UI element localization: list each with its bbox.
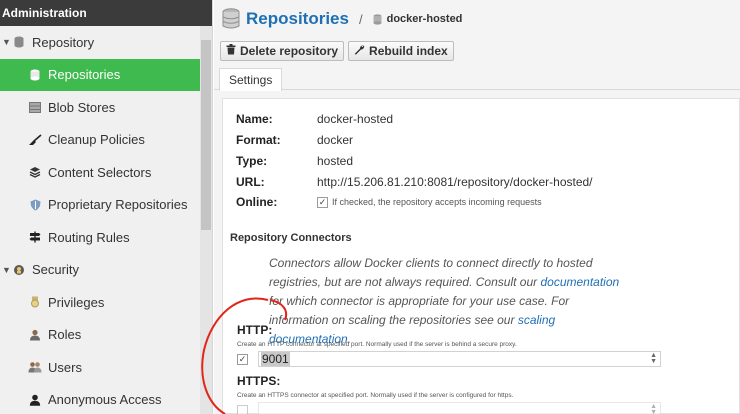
connectors-description: Connectors allow Docker clients to conne… <box>269 254 629 349</box>
signpost-icon <box>28 230 42 244</box>
sidebar-item-label: Routing Rules <box>48 229 130 245</box>
delete-repository-button[interactable]: Delete repository <box>220 41 345 61</box>
database-icon <box>222 8 240 29</box>
name-value: docker-hosted <box>317 112 394 126</box>
sidebar-item-content-selectors[interactable]: Content Selectors <box>0 156 200 189</box>
online-label: Online: <box>236 195 278 209</box>
wrench-icon <box>354 44 365 58</box>
format-label: Format: <box>236 133 281 147</box>
sidebar-item-label: Cleanup Policies <box>48 132 145 148</box>
rebuild-index-label: Rebuild index <box>369 44 448 58</box>
settings-panel: Name: docker-hosted Format: docker Type:… <box>222 98 740 414</box>
port-spinner-icon[interactable]: ▲ ▼ <box>650 352 657 365</box>
http-checkbox[interactable]: ✓ <box>237 353 248 365</box>
sidebar-item-blob-stores[interactable]: Blob Stores <box>0 91 200 124</box>
tab-settings[interactable]: Settings <box>219 68 283 91</box>
toolbar: Delete repository Rebuild index <box>214 38 740 64</box>
repository-connectors-heading: Repository Connectors <box>230 232 352 244</box>
https-connector-row: ▲ ▼ <box>237 402 661 414</box>
url-label: URL: <box>236 175 265 189</box>
database-icon <box>373 13 382 25</box>
sidebar-item-repositories[interactable]: Repositories <box>0 58 200 91</box>
database-icon <box>28 68 42 82</box>
http-hint: Create an HTTP connector at specified po… <box>237 341 517 348</box>
sidebar-item-cleanup-policies[interactable]: Cleanup Policies <box>0 124 200 157</box>
sidebar-item-label: Proprietary Repositories <box>48 197 188 213</box>
https-hint: Create an HTTPS connector at specified p… <box>237 392 514 399</box>
sidebar-item-label: Repositories <box>48 67 121 83</box>
layers-icon <box>28 165 42 179</box>
breadcrumb-separator: / <box>358 11 363 27</box>
caret-down-icon[interactable]: ▼ <box>2 37 12 47</box>
documentation-link[interactable]: documentation <box>540 275 619 289</box>
format-value: docker <box>317 133 354 147</box>
users-icon <box>28 360 42 374</box>
name-row: Name: docker-hosted <box>236 112 393 126</box>
shield-icon <box>28 198 42 212</box>
sidebar-item-label: Repository <box>32 34 95 50</box>
sidebar-scrollbar[interactable] <box>200 26 212 414</box>
type-label: Type: <box>236 154 268 168</box>
sidebar-item-proprietary-repositories[interactable]: Proprietary Repositories <box>0 189 200 222</box>
trash-icon <box>226 44 236 58</box>
sidebar-item-label: Privileges <box>48 294 105 310</box>
sidebar: Administration ▼ Repository Repositories… <box>0 0 213 414</box>
name-label: Name: <box>236 112 273 126</box>
sidebar-item-users[interactable]: Users <box>0 351 200 384</box>
delete-repository-label: Delete repository <box>240 44 339 58</box>
port-spinner-icon[interactable]: ▲ ▼ <box>650 403 657 414</box>
type-row: Type: hosted <box>236 154 353 168</box>
sidebar-header: Administration <box>0 0 212 26</box>
broom-icon <box>28 133 42 147</box>
http-label: HTTP: <box>237 323 273 337</box>
sidebar-item-label: Anonymous Access <box>48 392 162 408</box>
caret-down-icon[interactable]: ▼ <box>2 265 12 275</box>
http-connector-row: ✓ 9001 ▲ ▼ <box>237 351 661 367</box>
https-label: HTTPS: <box>237 374 281 388</box>
http-port-input[interactable]: 9001 ▲ ▼ <box>258 351 661 367</box>
breadcrumb-current: docker-hosted <box>386 13 463 25</box>
database-icon <box>12 35 26 49</box>
url-value[interactable]: http://15.206.81.210:8081/repository/doc… <box>317 175 593 189</box>
url-row: URL: http://15.206.81.210:8081/repositor… <box>236 175 593 189</box>
online-row: Online: ✓ If checked, the repository acc… <box>236 195 542 209</box>
sidebar-group-repository[interactable]: ▼ Repository <box>0 26 200 59</box>
http-port-value: 9001 <box>261 352 290 366</box>
tab-bar: Settings <box>214 66 740 91</box>
type-value: hosted <box>317 154 354 168</box>
sidebar-list: ▼ Repository Repositories Blob Stores Cl… <box>0 26 200 414</box>
sidebar-item-label: Roles <box>48 327 82 343</box>
sidebar-item-label: Users <box>48 359 82 375</box>
user-role-icon <box>28 328 42 342</box>
sidebar-item-privileges[interactable]: Privileges <box>0 286 200 319</box>
main-content: Repositories / docker-hosted Delete repo… <box>214 0 740 414</box>
breadcrumb: docker-hosted <box>373 13 463 25</box>
sidebar-item-label: Blob Stores <box>48 99 116 115</box>
sidebar-item-anonymous-access[interactable]: Anonymous Access <box>0 384 200 414</box>
online-checkbox[interactable]: ✓ <box>317 196 328 208</box>
sidebar-item-routing-rules[interactable]: Routing Rules <box>0 221 200 254</box>
page-title[interactable]: Repositories <box>246 9 349 29</box>
online-hint: If checked, the repository accepts incom… <box>332 197 542 207</box>
medal-icon <box>28 295 42 309</box>
format-row: Format: docker <box>236 133 353 147</box>
sidebar-item-roles[interactable]: Roles <box>0 319 200 352</box>
sidebar-item-label: Content Selectors <box>48 164 152 180</box>
https-checkbox[interactable] <box>237 404 248 414</box>
sidebar-item-label: Security <box>32 262 79 278</box>
sidebar-group-security[interactable]: ▼ Security <box>0 254 200 287</box>
title-bar: Repositories / docker-hosted <box>214 0 740 38</box>
rebuild-index-button[interactable]: Rebuild index <box>348 41 454 61</box>
security-icon <box>12 263 26 277</box>
person-icon <box>28 393 42 407</box>
storage-icon <box>28 100 42 114</box>
sidebar-scrollbar-thumb[interactable] <box>201 40 211 230</box>
https-port-input[interactable]: ▲ ▼ <box>258 402 661 414</box>
